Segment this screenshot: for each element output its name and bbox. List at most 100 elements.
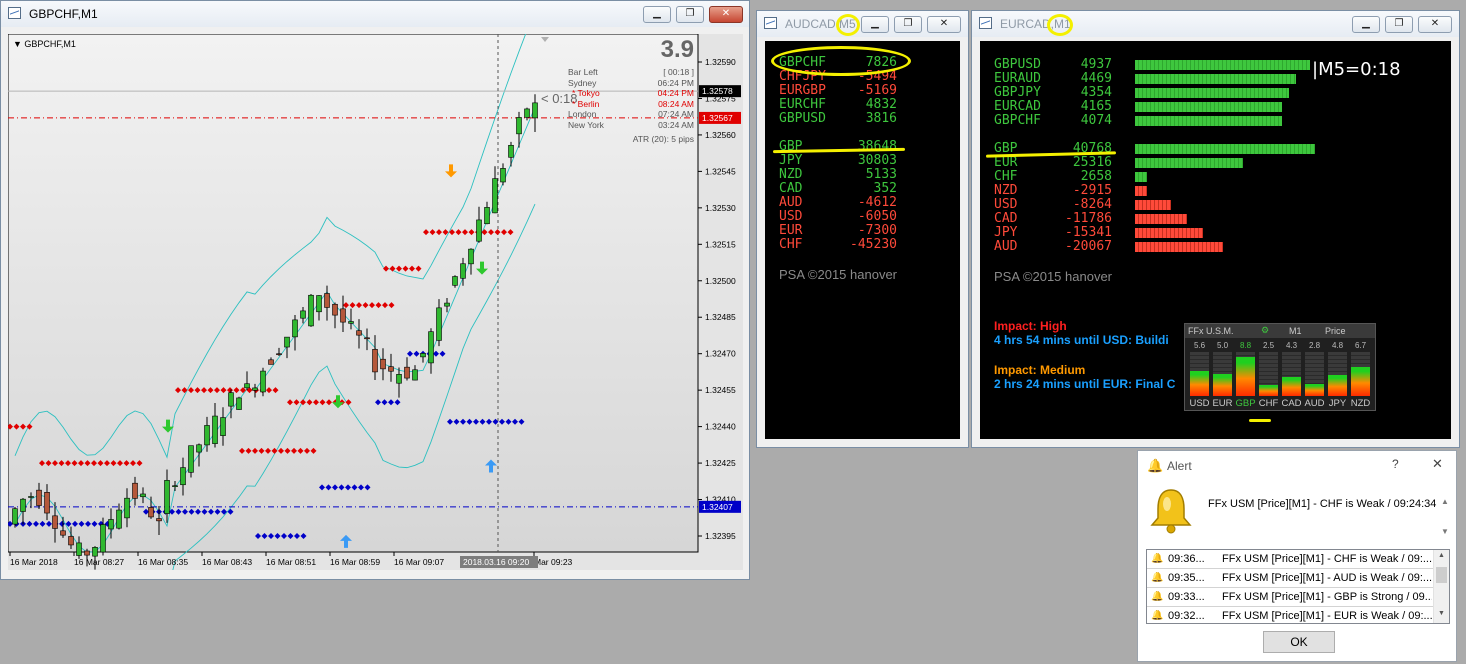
- minimize-button[interactable]: ▁: [861, 16, 889, 33]
- currency-strength-bar: [1135, 200, 1171, 210]
- bear-candle: [44, 492, 50, 514]
- bear-candle: [156, 518, 162, 522]
- currency-strength-bar: [1135, 228, 1203, 238]
- pair-name: EURCAD: [994, 99, 1041, 114]
- price-tick-label: 1.32470: [705, 349, 736, 359]
- meter-bar: [1328, 375, 1347, 396]
- currency-value: -7300: [857, 223, 897, 238]
- bull-candle: [196, 444, 202, 453]
- bear-candle: [388, 366, 394, 372]
- bear-candle: [340, 308, 346, 323]
- pair-name: EURAUD: [994, 71, 1041, 86]
- meter-bar: [1213, 374, 1232, 396]
- pair-value: 4469: [1080, 71, 1112, 86]
- chart-titlebar[interactable]: GBPCHF,M1 ▁ ❐ ✕: [1, 1, 749, 27]
- symbol-label[interactable]: ▼ GBPCHF,M1: [13, 39, 76, 49]
- audcad-panel: GBPCHF 7826 CHFJPY -5494 EURGBP -5169 EURCHF 48…: [765, 41, 960, 439]
- audcad-window-icon: [764, 17, 777, 29]
- currency-name: JPY: [779, 153, 803, 168]
- minimize-button[interactable]: ▁: [643, 6, 671, 23]
- alert-close-button[interactable]: ✕: [1432, 456, 1443, 472]
- maximize-button[interactable]: ❐: [894, 16, 922, 33]
- bull-candle: [188, 445, 194, 473]
- bull-candle: [172, 485, 178, 488]
- help-button[interactable]: ?: [1392, 457, 1399, 471]
- meter-bar: [1190, 371, 1209, 396]
- meter-currency: CAD: [1281, 398, 1302, 409]
- pair-value: 3816: [865, 111, 897, 126]
- alert-dialog[interactable]: 🔔 Alert ? ✕ FFx USM [Price][M1] - CHF is…: [1137, 450, 1457, 662]
- currency-strength-bar: [1135, 214, 1187, 224]
- audcad-titlebar[interactable]: AUDCAD,M5 ▁ ❐ ✕: [757, 11, 968, 37]
- currency-row: NZD -2915: [994, 183, 1112, 198]
- price-tick-label: 1.32395: [705, 531, 736, 541]
- time-tick-label: 16 Mar 08:59: [330, 557, 380, 567]
- alert-message: FFx USM [Price][M1] - CHF is Weak / 09:2…: [1208, 498, 1437, 510]
- alert-history-list[interactable]: 🔔 09:36... FFx USM [Price][M1] - CHF is We…: [1146, 549, 1450, 624]
- time-tick-label: Mar 09:23: [534, 557, 573, 567]
- currency-row: AUD -20067: [994, 239, 1112, 254]
- bull-candle: [140, 493, 146, 498]
- scroll-up-arrow[interactable]: ▲: [1438, 552, 1445, 559]
- meter-bar: [1282, 377, 1301, 396]
- message-scroll-down[interactable]: ▼: [1441, 527, 1449, 536]
- bull-candle: [420, 353, 426, 358]
- session-name: * Berlin: [572, 98, 600, 109]
- chart-area[interactable]: 1.32590 1.32575 1.32560 1.32545 1.32530 1.325…: [8, 34, 743, 570]
- currency-value: 38648: [857, 139, 897, 154]
- bull-candle: [164, 480, 170, 514]
- price-tick-label: 1.32500: [705, 276, 736, 286]
- bid-price-label: 1.32578: [702, 86, 733, 96]
- eurcad-window[interactable]: EURCAD,M1 ▁ ❐ ✕ |M5=0:18 GBPUSD 4937 EURAU…: [971, 10, 1460, 448]
- bull-candle: [220, 417, 226, 436]
- pair-row: GBPUSD 4937: [994, 57, 1112, 72]
- bell-small-icon: 🔔: [1151, 591, 1164, 602]
- bear-candle: [404, 366, 410, 379]
- alert-list-item[interactable]: 🔔 09:35... FFx USM [Price][M1] - AUD is We…: [1147, 569, 1435, 588]
- currency-name: AUD: [994, 239, 1018, 254]
- meter-underline: [1249, 419, 1271, 422]
- audcad-window[interactable]: AUDCAD,M5 ▁ ❐ ✕ GBPCHF 7826 CHFJPY -5494 EUR…: [756, 10, 969, 448]
- alert-time: 09:33...: [1168, 591, 1205, 603]
- time-tick-label: 16 Mar 09:07: [394, 557, 444, 567]
- session-time: [ 00:18 ]: [663, 67, 694, 77]
- alert-list-item[interactable]: 🔔 09:32... FFx USM [Price][M1] - EUR is We…: [1147, 607, 1435, 623]
- session-name: Bar Left: [568, 67, 598, 77]
- bear-candle: [68, 536, 74, 546]
- currency-strength-bar: [1135, 172, 1147, 182]
- timeframe-highlight: [1047, 14, 1073, 36]
- currency-value: -6050: [857, 209, 897, 224]
- close-button[interactable]: ✕: [1418, 16, 1452, 33]
- session-name: London: [568, 109, 597, 120]
- meter-currency: USD: [1189, 398, 1210, 409]
- bull-candle: [28, 496, 34, 498]
- alert-time: 09:32...: [1168, 610, 1205, 622]
- bull-candle: [492, 178, 498, 214]
- pair-value: 4832: [865, 97, 897, 112]
- bull-candle: [476, 219, 482, 242]
- spread-value: 3.9: [660, 36, 694, 63]
- alert-list-item[interactable]: 🔔 09:33... FFx USM [Price][M1] - GBP is St…: [1147, 588, 1435, 607]
- meter-currency: GBP: [1235, 398, 1256, 409]
- eurcad-titlebar[interactable]: EURCAD,M1 ▁ ❐ ✕: [972, 11, 1459, 37]
- pair-row: EURGBP -5169: [779, 83, 897, 98]
- meter-score: 8.8: [1239, 341, 1252, 350]
- maximize-button[interactable]: ❐: [676, 6, 704, 23]
- bull-candle: [116, 509, 122, 529]
- scroll-thumb[interactable]: [1436, 567, 1447, 583]
- minimize-button[interactable]: ▁: [1352, 16, 1380, 33]
- bull-candle: [348, 321, 354, 324]
- chart-window[interactable]: GBPCHF,M1 ▁ ❐ ✕ 1.32590 1.32575 1.32560 1.3…: [0, 0, 750, 580]
- maximize-button[interactable]: ❐: [1385, 16, 1413, 33]
- ok-button[interactable]: OK: [1263, 631, 1335, 653]
- scroll-down-arrow[interactable]: ▼: [1438, 610, 1445, 617]
- alert-list-item[interactable]: 🔔 09:36... FFx USM [Price][M1] - CHF is We…: [1147, 550, 1435, 569]
- cursor-time-label: 2018.03.16 09:20: [463, 557, 529, 567]
- close-button[interactable]: ✕: [709, 6, 743, 23]
- close-button[interactable]: ✕: [927, 16, 961, 33]
- strength-meter: FFx U.S.M. M1 Price ⚙ 5.6 5.0 8.8 2.5 4.3 2.8 4.8…: [1184, 323, 1376, 411]
- message-scroll-up[interactable]: ▲: [1441, 497, 1449, 506]
- bar-timer: |M5=0:18: [1312, 59, 1401, 80]
- list-scrollbar[interactable]: ▲ ▼: [1433, 550, 1449, 623]
- currency-row: EUR -7300: [779, 223, 897, 238]
